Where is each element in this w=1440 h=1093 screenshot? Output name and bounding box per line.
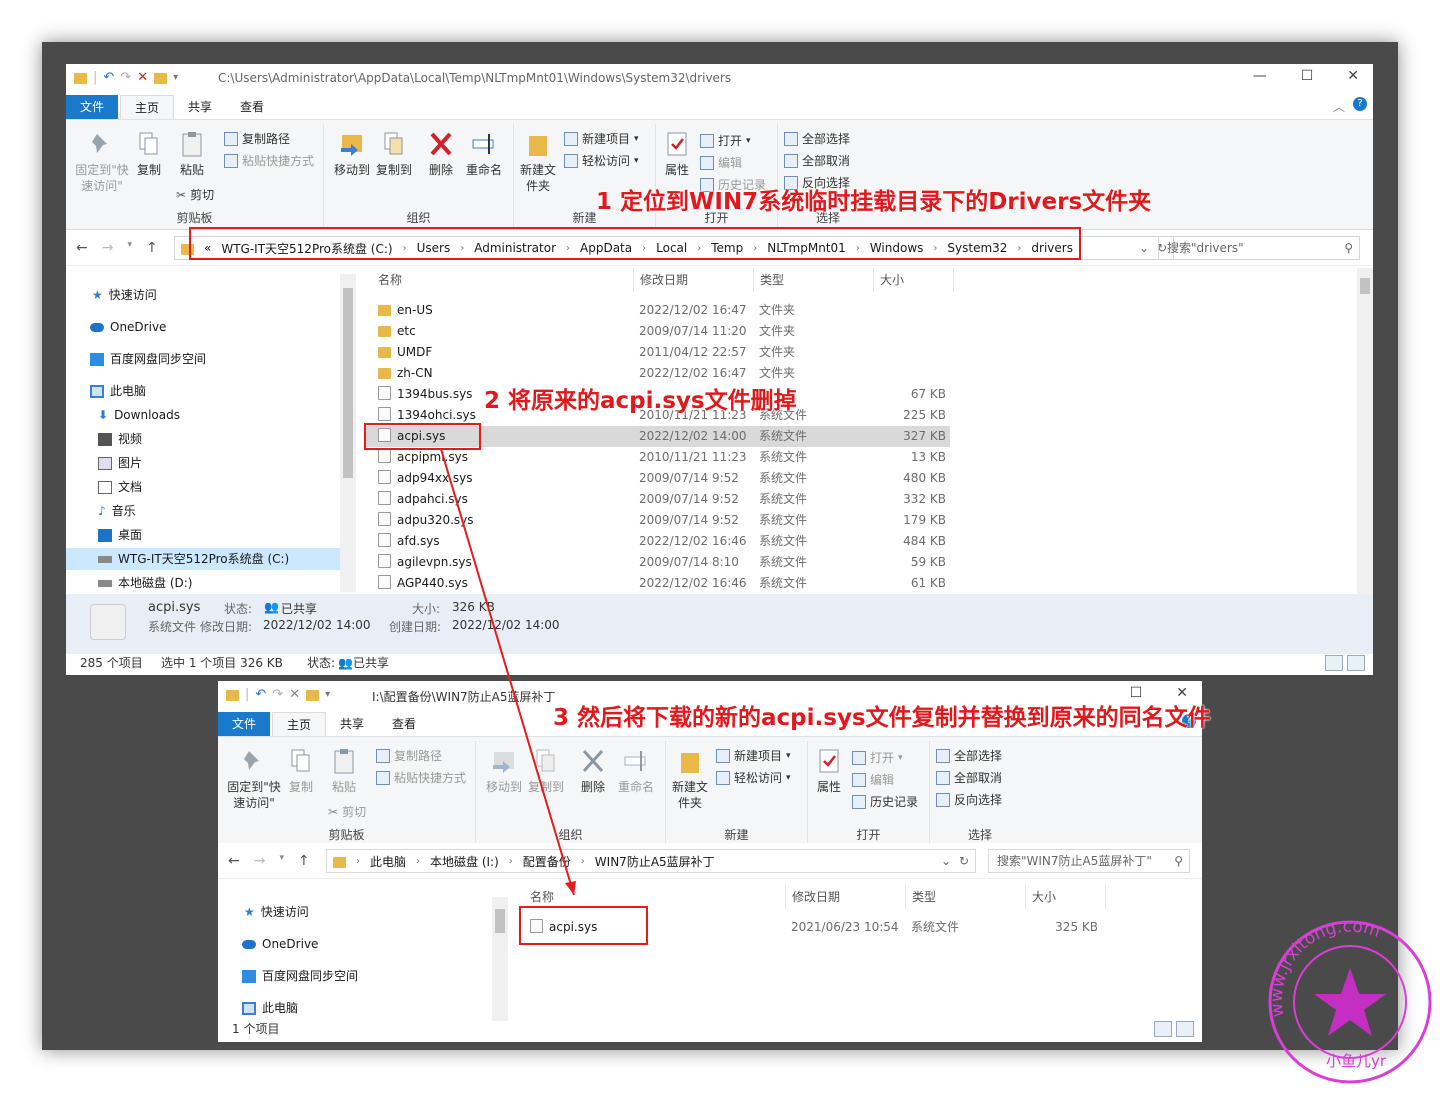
arrow-overlay	[440, 448, 576, 896]
svg-text:小鱼儿yr: 小鱼儿yr	[1326, 1052, 1387, 1070]
annotation-step-2: 2 将原来的acpi.sys文件删掉	[484, 388, 797, 414]
annotation-step-3: 3 然后将下载的新的acpi.sys文件复制并替换到原来的同名文件	[553, 705, 1211, 731]
annotation-step-1: 1 定位到WIN7系统临时挂载目录下的Drivers文件夹	[596, 189, 1152, 215]
watermark-logo: www.jrxitong.com 小鱼儿yr	[1267, 917, 1432, 1084]
connector-arrow	[440, 448, 575, 896]
